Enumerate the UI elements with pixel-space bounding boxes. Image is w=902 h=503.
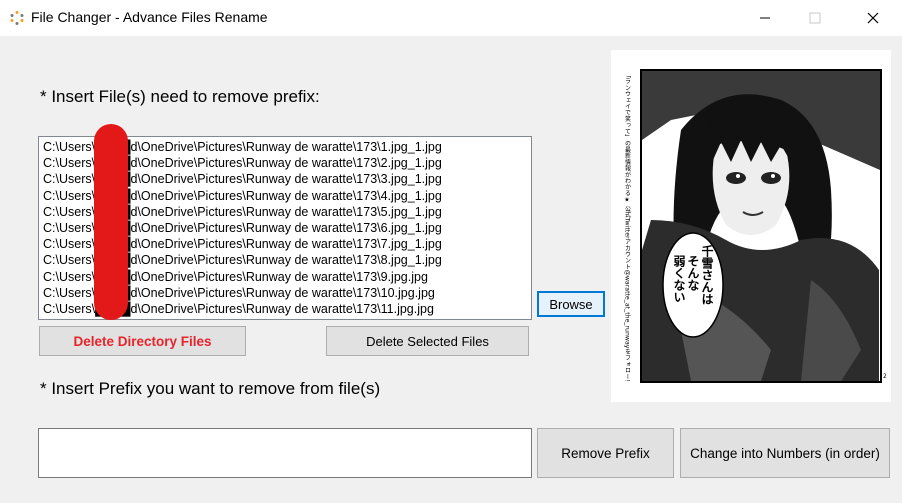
delete-directory-files-button[interactable]: Delete Directory Files bbox=[39, 326, 246, 356]
page-number: 2 bbox=[883, 373, 887, 380]
maximize-button[interactable] bbox=[792, 0, 838, 36]
title-bar: File Changer - Advance Files Rename bbox=[0, 0, 902, 36]
maximize-icon bbox=[809, 12, 821, 24]
minimize-button[interactable] bbox=[742, 0, 788, 36]
close-button[interactable] bbox=[850, 0, 896, 36]
close-icon bbox=[867, 12, 879, 24]
speech-bubble-line-2: そんな bbox=[686, 255, 700, 292]
files-label: * Insert File(s) need to remove prefix: bbox=[40, 87, 320, 106]
window-title: File Changer - Advance Files Rename bbox=[31, 9, 268, 25]
redaction-mark bbox=[94, 124, 128, 320]
delete-selected-files-button[interactable]: Delete Selected Files bbox=[326, 326, 529, 356]
change-into-numbers-button[interactable]: Change into Numbers (in order) bbox=[680, 428, 890, 478]
browse-button[interactable]: Browse bbox=[537, 291, 605, 317]
prefix-label: * Insert Prefix you want to remove from … bbox=[40, 379, 381, 398]
manga-page-image: 千雪さんは そんな 弱くない 「ランウェイで笑って」の最新情報がわかる★ 公式T… bbox=[611, 50, 891, 402]
prefix-input[interactable] bbox=[38, 428, 532, 478]
side-caption: 「ランウェイで笑って」の最新情報がわかる★ 公式Twitterアカウント@war… bbox=[624, 72, 631, 382]
app-icon bbox=[10, 11, 24, 25]
speech-bubble-line-1: 千雪さんは bbox=[700, 244, 714, 305]
minimize-icon bbox=[760, 17, 770, 19]
speech-bubble-line-3: 弱くない bbox=[672, 254, 686, 303]
remove-prefix-button[interactable]: Remove Prefix bbox=[537, 428, 674, 478]
image-preview: 千雪さんは そんな 弱くない 「ランウェイで笑って」の最新情報がわかる★ 公式T… bbox=[611, 50, 891, 402]
